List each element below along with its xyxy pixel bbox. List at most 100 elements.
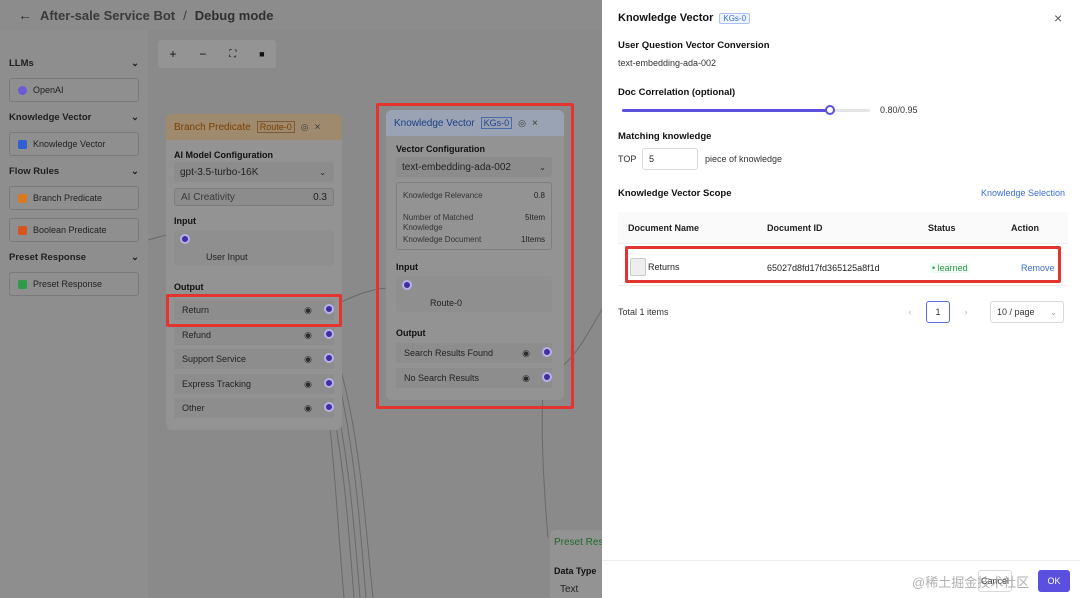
knowledge-selection-link[interactable]: Knowledge Selection bbox=[981, 188, 1065, 198]
zoom-in-icon[interactable]: + bbox=[169, 47, 176, 61]
section-title: Knowledge Vector bbox=[9, 112, 92, 123]
chevron-down-icon[interactable]: ⌄ bbox=[131, 166, 139, 177]
ok-label: OK bbox=[1047, 576, 1061, 586]
conversion-label: User Question Vector Conversion bbox=[618, 40, 770, 51]
slider-fill bbox=[622, 109, 831, 112]
highlight-return bbox=[166, 294, 342, 327]
section-preset-response[interactable]: Preset Response ⌄ bbox=[9, 252, 139, 263]
model-select[interactable]: gpt-3.5-turbo-16K ⌄ bbox=[174, 162, 334, 182]
sidebar-item-openai[interactable]: OpenAI bbox=[9, 78, 139, 102]
output-handle[interactable] bbox=[324, 353, 334, 363]
section-title: Flow Rules bbox=[9, 166, 60, 177]
node-library-sidebar: LLMs ⌄ OpenAI Knowledge Vector ⌄ Knowledge… bbox=[0, 30, 148, 598]
sidebar-item-boolean-predicate[interactable]: Boolean Predicate bbox=[9, 218, 139, 242]
next-page-icon[interactable]: › bbox=[956, 302, 976, 322]
input-handle[interactable] bbox=[180, 234, 190, 244]
output-label: Output bbox=[174, 282, 204, 292]
chevron-down-icon: ⌄ bbox=[319, 167, 326, 177]
page-number: 1 bbox=[935, 307, 941, 317]
chevron-down-icon[interactable]: ⌄ bbox=[131, 58, 139, 69]
output-label-text: Other bbox=[182, 403, 205, 413]
chevron-down-icon: ⌄ bbox=[1050, 307, 1057, 317]
sidebar-item-knowledge-vector[interactable]: Knowledge Vector bbox=[9, 132, 139, 156]
zoom-out-icon[interactable]: − bbox=[199, 47, 206, 61]
lock-icon[interactable]: ■ bbox=[259, 49, 264, 59]
creativity-value: 0.3 bbox=[313, 191, 327, 203]
output-handle[interactable] bbox=[324, 402, 334, 412]
chevron-down-icon[interactable]: ⌄ bbox=[131, 112, 139, 123]
book-icon bbox=[18, 139, 27, 149]
canvas-toolbar: + − ⛶ ■ bbox=[158, 40, 276, 68]
node-header[interactable]: Branch Predicate Route-0 ◎ × bbox=[166, 114, 342, 140]
sidebar-item-preset-response[interactable]: Preset Response bbox=[9, 272, 139, 296]
top-k-input[interactable]: 5 bbox=[642, 148, 698, 170]
output-label-text: Express Tracking bbox=[182, 379, 252, 389]
chevron-down-icon[interactable]: ⌄ bbox=[131, 252, 139, 263]
section-knowledge-vector[interactable]: Knowledge Vector ⌄ bbox=[9, 112, 139, 123]
col-action: Action bbox=[1011, 223, 1039, 233]
watermark: @稀土掘金技术社区 bbox=[912, 575, 1030, 590]
output-handle[interactable] bbox=[324, 329, 334, 339]
matching-label: Matching knowledge bbox=[618, 131, 712, 142]
sidebar-item-branch-predicate[interactable]: Branch Predicate bbox=[9, 186, 139, 210]
output-item-other[interactable]: Other ◉ bbox=[174, 398, 334, 418]
ok-button[interactable]: OK bbox=[1038, 570, 1070, 592]
sidebar-item-label: OpenAI bbox=[33, 85, 64, 95]
settings-icon[interactable]: ◎ bbox=[301, 122, 309, 133]
creativity-field[interactable]: AI Creativity 0.3 bbox=[174, 188, 334, 206]
preset-response-node[interactable]: Preset Res Data Type Text bbox=[550, 530, 610, 598]
page-size-select[interactable]: 10 / page ⌄ bbox=[990, 301, 1064, 323]
page-title: Debug mode bbox=[194, 7, 274, 23]
section-llms[interactable]: LLMs ⌄ bbox=[9, 58, 139, 69]
node-title: Branch Predicate bbox=[174, 121, 251, 133]
slider-handle[interactable] bbox=[825, 105, 836, 115]
top-label: TOP bbox=[618, 154, 637, 164]
creativity-label: AI Creativity bbox=[181, 191, 235, 203]
breadcrumb-app[interactable]: After-sale Service Bot bbox=[40, 8, 175, 23]
input-label: Input bbox=[174, 216, 196, 226]
breadcrumb-separator: / bbox=[183, 7, 187, 23]
output-label-text: Refund bbox=[182, 330, 212, 340]
input-box: User Input bbox=[174, 230, 334, 266]
top-k-value: 5 bbox=[649, 154, 655, 164]
branch-icon bbox=[18, 193, 27, 203]
output-item-express[interactable]: Express Tracking ◉ bbox=[174, 374, 334, 394]
top-bar: ← After-sale Service Bot / Debug mode bbox=[0, 0, 602, 30]
table-header: Document Name Document ID Status Action bbox=[618, 212, 1068, 244]
eye-icon[interactable]: ◉ bbox=[304, 330, 312, 341]
scope-label: Knowledge Vector Scope bbox=[618, 188, 732, 199]
sidebar-item-label: Preset Response bbox=[33, 279, 103, 289]
drawer-tag: KGs-0 bbox=[719, 12, 751, 24]
eye-icon[interactable]: ◉ bbox=[304, 354, 312, 365]
doc-correlation-value: 0.80/0.95 bbox=[880, 105, 918, 115]
section-title: Preset Response bbox=[9, 252, 87, 263]
output-label-text: Support Service bbox=[182, 354, 247, 364]
output-item-refund[interactable]: Refund ◉ bbox=[174, 325, 334, 345]
doc-correlation-label: Doc Correlation (optional) bbox=[618, 87, 736, 98]
output-handle[interactable] bbox=[324, 378, 334, 388]
drawer-title-text: Knowledge Vector bbox=[618, 12, 714, 24]
model-select-value: gpt-3.5-turbo-16K bbox=[180, 166, 259, 178]
close-icon[interactable]: × bbox=[1054, 10, 1062, 26]
node-title: Preset Res bbox=[554, 537, 604, 548]
sidebar-item-label: Branch Predicate bbox=[33, 193, 103, 203]
close-icon[interactable]: × bbox=[315, 122, 321, 133]
drawer-title: Knowledge Vector KGs-0 bbox=[618, 12, 751, 24]
data-type-value: Text bbox=[560, 584, 579, 595]
openai-icon bbox=[18, 85, 27, 95]
col-document-id: Document ID bbox=[767, 223, 823, 233]
output-item-support[interactable]: Support Service ◉ bbox=[174, 349, 334, 369]
doc-correlation-slider[interactable] bbox=[622, 105, 870, 115]
page-1-button[interactable]: 1 bbox=[926, 301, 950, 323]
back-arrow-icon[interactable]: ← bbox=[18, 7, 32, 23]
knowledge-vector-drawer: Knowledge Vector KGs-0 × User Question V… bbox=[602, 0, 1080, 598]
prev-page-icon[interactable]: ‹ bbox=[900, 302, 920, 322]
col-document-name: Document Name bbox=[628, 223, 700, 233]
eye-icon[interactable]: ◉ bbox=[304, 403, 312, 414]
sidebar-item-label: Knowledge Vector bbox=[33, 139, 106, 149]
section-flow-rules[interactable]: Flow Rules ⌄ bbox=[9, 166, 139, 177]
eye-icon[interactable]: ◉ bbox=[304, 379, 312, 390]
branch-predicate-node[interactable]: Branch Predicate Route-0 ◎ × AI Model Co… bbox=[166, 114, 342, 430]
total-count: Total 1 items bbox=[618, 307, 669, 317]
fit-view-icon[interactable]: ⛶ bbox=[229, 49, 236, 60]
